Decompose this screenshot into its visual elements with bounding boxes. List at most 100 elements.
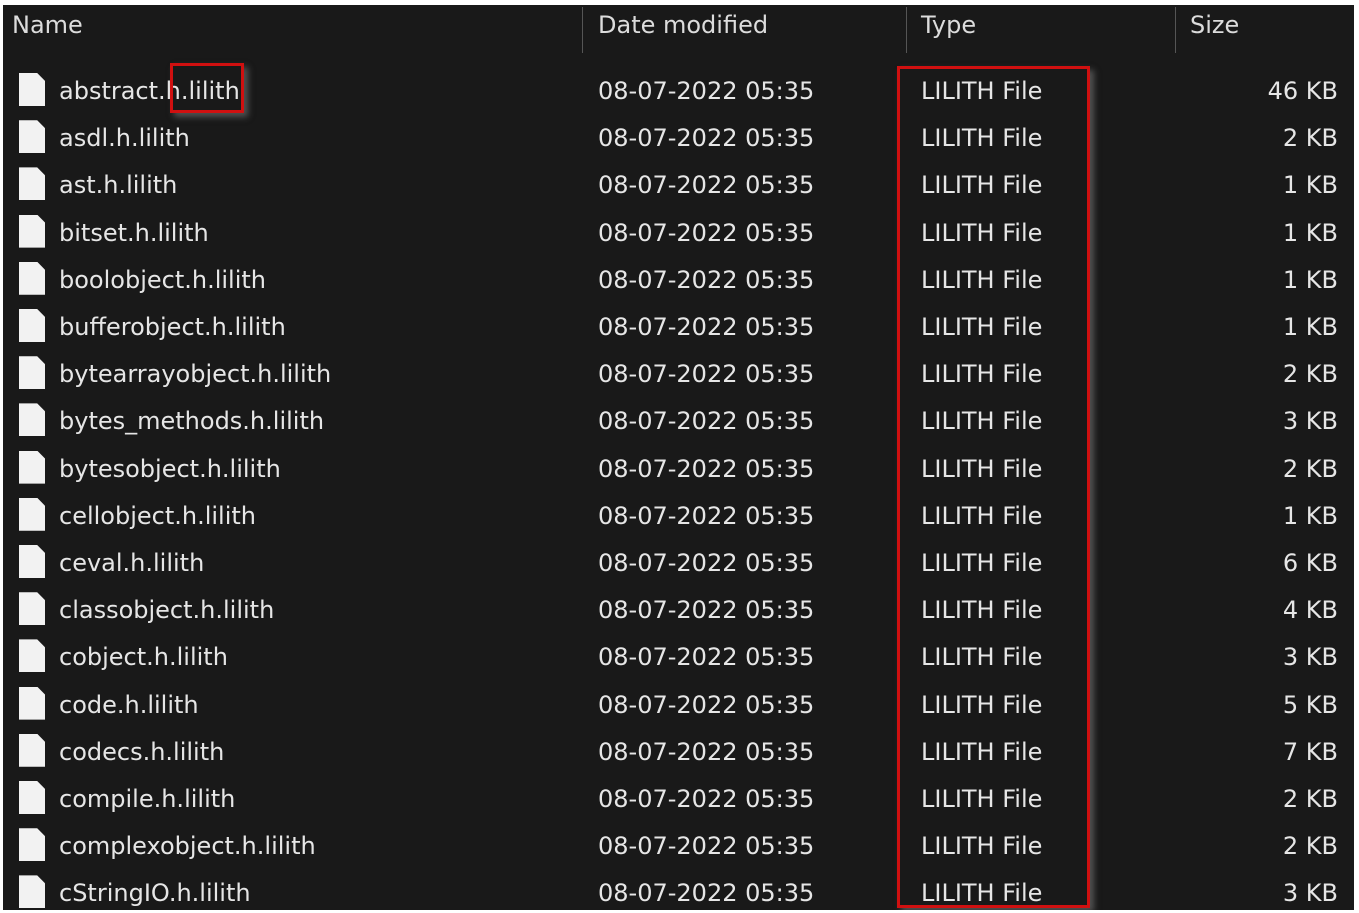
file-type: LILITH File [921,596,1043,625]
file-size: 3 KB [1282,643,1338,672]
file-name: compile.h.lilith [59,785,236,813]
file-size: 2 KB [1282,454,1338,483]
file-icon [19,497,45,531]
file-name: cobject.h.lilith [59,643,228,672]
file-icon [19,356,45,390]
file-row[interactable]: bytearrayobject.h.lilith 08-07-2022 05:3… [3,350,1354,397]
file-date-modified: 08-07-2022 05:35 [598,879,815,908]
file-date-modified: 08-07-2022 05:35 [598,596,815,625]
file-size: 3 KB [1282,407,1338,436]
file-icon [19,875,45,909]
file-icon [19,733,45,767]
file-name: bytes_methods.h.lilith [59,407,325,436]
file-icon [19,545,45,578]
file-date-modified: 08-07-2022 05:35 [598,313,815,341]
file-size: 1 KB [1282,313,1338,341]
file-type: LILITH File [921,77,1043,105]
file-row[interactable]: asdl.h.lilith 08-07-2022 05:35 LILITH Fi… [3,114,1354,161]
file-size: 2 KB [1282,360,1338,389]
file-row[interactable]: classobject.h.lilith 08-07-2022 05:35 LI… [3,586,1354,633]
file-icon [19,73,45,106]
file-type: LILITH File [921,360,1043,389]
file-row[interactable]: ast.h.lilith 08-07-2022 05:35 LILITH Fil… [3,161,1354,208]
file-row[interactable]: complexobject.h.lilith 08-07-2022 05:35 … [3,822,1354,869]
file-row[interactable]: compile.h.lilith 08-07-2022 05:35 LILITH… [3,775,1354,822]
file-size: 1 KB [1282,501,1338,530]
file-row[interactable]: codecs.h.lilith 08-07-2022 05:35 LILITH … [3,728,1354,775]
file-name: abstract.h.lilith [59,77,240,105]
file-icon [19,167,45,201]
file-icon [19,639,45,673]
file-date-modified: 08-07-2022 05:35 [598,737,815,766]
file-date-modified: 08-07-2022 05:35 [598,124,815,153]
file-type: LILITH File [921,171,1043,200]
file-name: cellobject.h.lilith [59,501,257,530]
file-name: classobject.h.lilith [59,596,275,625]
file-type: LILITH File [921,218,1043,247]
file-size: 3 KB [1282,879,1338,908]
file-size: 6 KB [1282,549,1338,577]
file-row[interactable]: bytes_methods.h.lilith 08-07-2022 05:35 … [3,397,1354,444]
file-date-modified: 08-07-2022 05:35 [598,171,815,200]
file-icon [19,120,45,154]
column-size[interactable]: Size [1190,11,1239,39]
file-date-modified: 08-07-2022 05:35 [598,360,815,389]
column-divider[interactable] [906,7,907,53]
file-type: LILITH File [921,454,1043,483]
file-size: 4 KB [1282,596,1338,625]
file-row[interactable]: cobject.h.lilith 08-07-2022 05:35 LILITH… [3,633,1354,680]
file-name: complexobject.h.lilith [59,832,316,861]
file-size: 5 KB [1282,690,1338,719]
file-size: 7 KB [1282,737,1338,766]
file-explorer-list: Name Date modified Type Size abstract.h.… [3,5,1354,910]
file-size: 2 KB [1282,785,1338,813]
file-type: LILITH File [921,265,1043,294]
file-size: 1 KB [1282,265,1338,294]
file-date-modified: 08-07-2022 05:35 [598,265,815,294]
file-icon [19,309,45,342]
file-size: 46 KB [1267,77,1338,105]
file-size: 1 KB [1282,218,1338,247]
file-row[interactable]: ceval.h.lilith 08-07-2022 05:35 LILITH F… [3,539,1354,586]
file-date-modified: 08-07-2022 05:35 [598,77,815,105]
file-name: code.h.lilith [59,690,199,719]
file-row[interactable]: code.h.lilith 08-07-2022 05:35 LILITH Fi… [3,681,1354,728]
file-date-modified: 08-07-2022 05:35 [598,407,815,436]
file-size: 1 KB [1282,171,1338,200]
file-type: LILITH File [921,407,1043,436]
file-row[interactable]: bitset.h.lilith 08-07-2022 05:35 LILITH … [3,209,1354,256]
file-row[interactable]: boolobject.h.lilith 08-07-2022 05:35 LIL… [3,256,1354,303]
file-date-modified: 08-07-2022 05:35 [598,501,815,530]
column-name[interactable]: Name [12,11,83,39]
file-name: bytesobject.h.lilith [59,454,281,483]
column-type[interactable]: Type [921,11,976,39]
file-icon [19,686,45,720]
file-date-modified: 08-07-2022 05:35 [598,454,815,483]
file-icon [19,592,45,626]
file-name: cStringIO.h.lilith [59,879,251,908]
file-row[interactable]: bytesobject.h.lilith 08-07-2022 05:35 LI… [3,445,1354,492]
file-type: LILITH File [921,549,1043,577]
file-row[interactable]: abstract.h.lilith 08-07-2022 05:35 LILIT… [3,67,1354,114]
file-type: LILITH File [921,832,1043,861]
file-size: 2 KB [1282,124,1338,153]
file-type: LILITH File [921,785,1043,813]
file-icon [19,828,45,862]
file-date-modified: 08-07-2022 05:35 [598,643,815,672]
file-name: boolobject.h.lilith [59,265,266,294]
column-divider[interactable] [1175,7,1176,53]
file-type: LILITH File [921,124,1043,153]
file-row[interactable]: cellobject.h.lilith 08-07-2022 05:35 LIL… [3,492,1354,539]
file-row[interactable]: bufferobject.h.lilith 08-07-2022 05:35 L… [3,303,1354,350]
file-date-modified: 08-07-2022 05:35 [598,218,815,247]
column-header: Name Date modified Type Size [3,5,1354,57]
file-icon [19,781,45,814]
column-date-modified[interactable]: Date modified [598,11,768,39]
file-size: 2 KB [1282,832,1338,861]
file-name: codecs.h.lilith [59,737,225,766]
file-row[interactable]: cStringIO.h.lilith 08-07-2022 05:35 LILI… [3,869,1354,910]
file-type: LILITH File [921,879,1043,908]
column-divider[interactable] [582,7,583,53]
file-date-modified: 08-07-2022 05:35 [598,832,815,861]
file-type: LILITH File [921,690,1043,719]
